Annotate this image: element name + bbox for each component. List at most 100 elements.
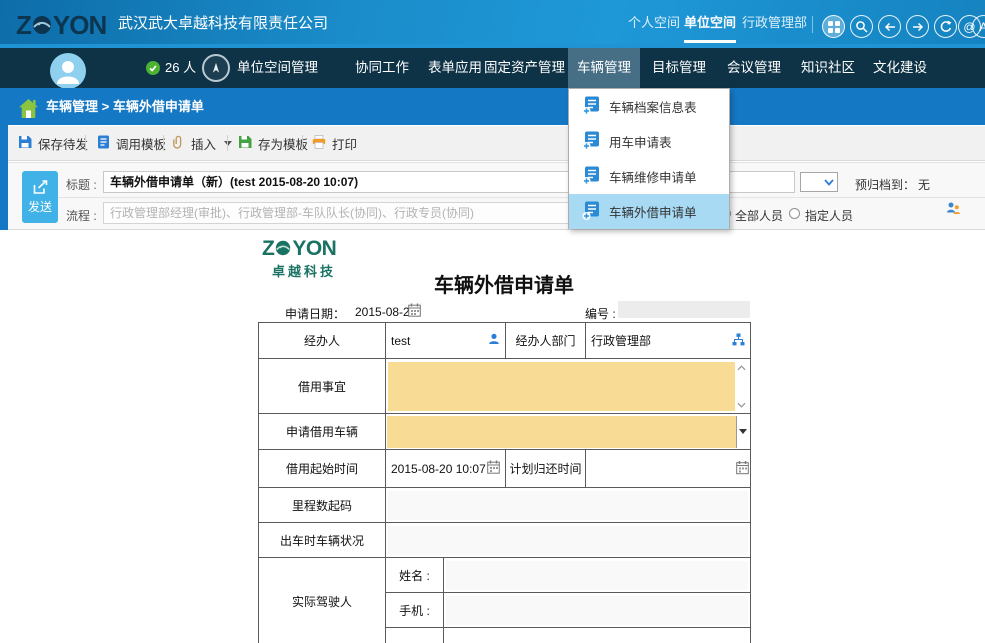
top-links-divider (812, 16, 813, 33)
table-row-time: 借用起始时间 2015-08-20 10:07 计划归还时间 (259, 450, 751, 488)
form-globe-icon (275, 238, 291, 262)
nav-item-knowledge[interactable]: 知识社区 (801, 48, 855, 88)
form-doc-add-icon (582, 96, 600, 118)
driver-label: 实际驾驶人 (259, 558, 386, 643)
top-link-admin-dept[interactable]: 行政管理部 (742, 0, 807, 43)
vehicle-select-button[interactable] (736, 416, 749, 448)
title-label: 标题 : (66, 176, 97, 193)
archive-value[interactable]: 无 (918, 176, 930, 193)
search-icon[interactable] (850, 15, 873, 38)
driver-name-input[interactable] (446, 561, 748, 590)
nav-item-unit-space-mgmt[interactable]: 单位空间管理 (237, 48, 318, 88)
vehicle-select[interactable] (387, 416, 749, 448)
apps-grid-icon[interactable] (822, 15, 845, 38)
table-row-condition: 出车时车辆状况 (259, 523, 751, 558)
globe-icon (32, 11, 52, 41)
scroll-up-icon (737, 365, 746, 371)
driver-phone-cell (444, 593, 751, 628)
dept-value[interactable]: 行政管理部 (591, 332, 651, 349)
print-button[interactable]: 打印 (312, 126, 357, 160)
purpose-label: 借用事宜 (259, 359, 386, 414)
avatar[interactable] (50, 53, 86, 89)
menu-item-vehicle-archive[interactable]: 车辆档案信息表 (569, 89, 729, 124)
save-as-icon (238, 135, 252, 152)
nav-item-vehicle-mgmt[interactable]: 车辆管理 (577, 48, 631, 88)
condition-cell (386, 523, 751, 558)
share-icon (32, 180, 48, 195)
form-doc-add-icon (582, 131, 600, 153)
top-link-unit-space[interactable]: 单位空间 (684, 0, 736, 43)
vehicle-label: 申请借用车辆 (259, 414, 386, 450)
driver-phone-label: 手机 : (386, 593, 444, 628)
forward-arrow-icon[interactable] (906, 15, 929, 38)
org-icon[interactable] (732, 333, 745, 349)
load-template-button[interactable]: 调用模板 (97, 126, 166, 160)
textarea-scrollbar[interactable] (735, 362, 748, 411)
save-icon (18, 135, 32, 152)
apply-date-calendar-icon[interactable] (408, 303, 421, 322)
select-down-icon (739, 429, 747, 434)
handler-value[interactable]: test (391, 334, 410, 348)
logo-text-yon: YON (53, 10, 106, 40)
radio-specified-people[interactable] (789, 208, 800, 219)
dept-label: 经办人部门 (506, 323, 586, 359)
table-row-vehicle: 申请借用车辆 (259, 414, 751, 450)
driver-name-cell (444, 558, 751, 593)
start-time-cell[interactable]: 2015-08-20 10:07 (386, 450, 506, 488)
dept-cell[interactable]: 行政管理部 (586, 323, 751, 359)
handler-cell[interactable]: test (386, 323, 506, 359)
nav-item-fixed-assets[interactable]: 固定资产管理 (484, 48, 565, 88)
radio-specified-label[interactable]: 指定人员 (805, 207, 853, 224)
scroll-down-icon (737, 402, 746, 408)
insert-button[interactable]: 插入 (172, 126, 232, 160)
start-calendar-icon[interactable] (487, 460, 500, 477)
breadcrumb[interactable]: 车辆管理 > 车辆外借申请单 (46, 88, 204, 125)
back-arrow-icon[interactable] (878, 15, 901, 38)
driver-name-label: 姓名 : (386, 558, 444, 593)
purpose-textarea[interactable] (388, 362, 748, 411)
insert-dropdown-caret (224, 141, 232, 146)
return-time-label: 计划归还时间 (506, 450, 586, 488)
table-row-driver-name: 实际驾驶人 姓名 : (259, 558, 751, 593)
online-check-icon (146, 61, 160, 75)
form-toolbar: 保存待发 调用模板 插入 存为模板 打印 (8, 126, 985, 161)
save-as-template-button[interactable]: 存为模板 (238, 126, 308, 160)
refresh-icon[interactable] (934, 15, 957, 38)
company-logo: ZYON (16, 9, 106, 41)
home-icon[interactable] (18, 98, 39, 124)
send-panel: 发送 标题 : 车辆外借申请单（新）(test 2015-08-20 10:07… (8, 162, 985, 230)
nav-item-meeting-mgmt[interactable]: 会议管理 (727, 48, 781, 88)
archive-select[interactable] (800, 172, 838, 192)
send-button[interactable]: 发送 (22, 171, 58, 223)
nav-item-collaboration[interactable]: 协同工作 (355, 48, 409, 88)
flow-label: 流程 : (66, 207, 97, 224)
menu-item-vehicle-request[interactable]: 用车申请表 (569, 124, 729, 159)
top-link-personal-space[interactable]: 个人空间 (628, 0, 680, 43)
left-accent-strip (0, 125, 8, 230)
serial-input[interactable] (618, 301, 750, 318)
save-pending-button[interactable]: 保存待发 (18, 126, 88, 160)
nav-item-goal-mgmt[interactable]: 目标管理 (652, 48, 706, 88)
table-row-mileage: 里程数起码 (259, 488, 751, 523)
person-picker-icon[interactable] (946, 201, 961, 221)
mileage-input[interactable] (388, 491, 748, 520)
company-name: 武汉武大卓越科技有限责任公司 (118, 0, 328, 48)
compass-icon[interactable] (202, 54, 230, 82)
nav-item-culture[interactable]: 文化建设 (873, 48, 927, 88)
template-doc-icon (97, 135, 110, 152)
mileage-label: 里程数起码 (259, 488, 386, 523)
form-doc-add-icon (582, 166, 600, 188)
printer-icon (312, 135, 326, 152)
return-calendar-icon[interactable] (736, 460, 749, 477)
start-time-value[interactable]: 2015-08-20 10:07 (391, 462, 486, 476)
menu-item-vehicle-borrow[interactable]: 车辆外借申请单 (569, 194, 729, 229)
person-icon[interactable] (488, 333, 500, 348)
driver-phone-input[interactable] (446, 596, 748, 625)
condition-input[interactable] (388, 526, 748, 555)
request-form-table: 经办人 test 经办人部门 行政管理部 借用事宜 申请借用车辆 (258, 322, 751, 643)
condition-label: 出车时车辆状况 (259, 523, 386, 558)
radio-all-label[interactable]: 全部人员 (735, 207, 783, 224)
chevron-down-icon (821, 173, 837, 191)
nav-item-form-apps[interactable]: 表单应用 (428, 48, 482, 88)
menu-item-vehicle-repair[interactable]: 车辆维修申请单 (569, 159, 729, 194)
